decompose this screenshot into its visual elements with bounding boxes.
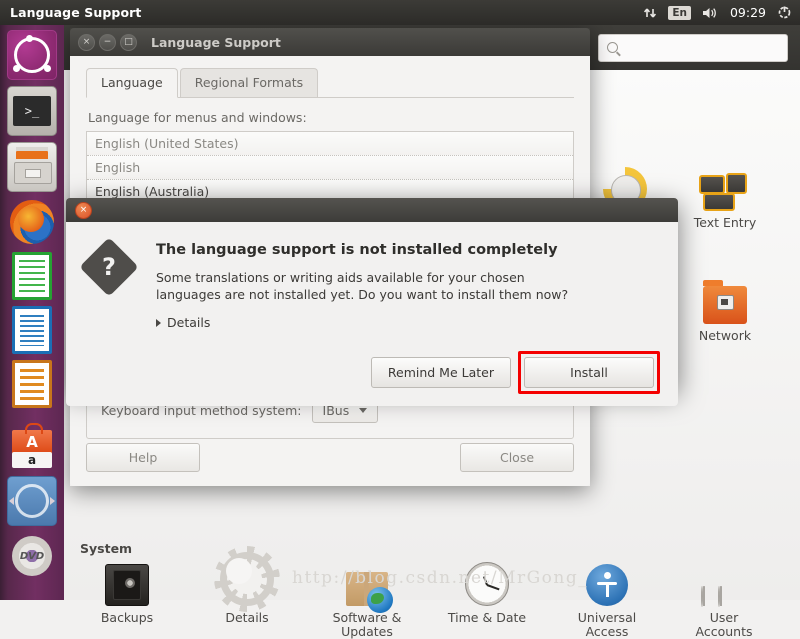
- launcher-item-dvd[interactable]: DVD: [8, 532, 56, 580]
- help-button[interactable]: Help: [86, 443, 200, 472]
- close-icon[interactable]: ×: [78, 33, 95, 51]
- tab-bar: Language Regional Formats: [86, 56, 574, 98]
- network-folder-icon: [670, 278, 780, 324]
- language-install-dialog: × ? The language support is not installe…: [66, 198, 678, 406]
- settings-item-label: Backups: [100, 610, 154, 625]
- system-settings-icon: [15, 484, 49, 518]
- panel-clock[interactable]: 09:29: [730, 5, 766, 20]
- search-input[interactable]: [598, 33, 788, 62]
- keyboard-layout-indicator[interactable]: En: [668, 5, 691, 20]
- install-button-highlight: Install: [518, 351, 660, 394]
- unity-launcher: >_ A a DVD: [0, 25, 64, 600]
- power-gear-icon[interactable]: [777, 5, 792, 20]
- top-panel: Language Support En 09:29: [0, 0, 800, 25]
- dialog-message: Some translations or writing aids availa…: [156, 270, 569, 302]
- question-diamond-icon: ?: [79, 237, 144, 406]
- launcher-item-libreoffice-impress[interactable]: [8, 360, 56, 408]
- launcher-item-system-settings[interactable]: [7, 476, 57, 526]
- chevron-right-icon: [156, 318, 161, 327]
- close-button[interactable]: Close: [460, 443, 574, 472]
- question-glyph: ?: [102, 253, 116, 281]
- network-updown-arrows-icon[interactable]: [643, 6, 657, 20]
- minimize-icon[interactable]: −: [99, 33, 116, 51]
- running-indicator-left-icon: [9, 497, 14, 505]
- settings-item-label: Universal: [577, 610, 637, 625]
- language-window-footer: Help Close: [86, 443, 574, 472]
- launcher-item-ubuntu-dash[interactable]: [7, 30, 57, 80]
- search-icon: [607, 42, 618, 53]
- settings-item-label-line2: Access: [585, 624, 629, 639]
- settings-item-label-line2: Accounts: [695, 624, 753, 639]
- launcher-item-firefox[interactable]: [8, 198, 56, 246]
- libreoffice-calc-icon: [12, 252, 52, 300]
- close-icon[interactable]: ×: [75, 201, 92, 219]
- list-item[interactable]: English: [87, 156, 573, 180]
- window-title: Language Support: [151, 34, 281, 50]
- watermark: http://blog.csdn.net/MrGong_: [292, 568, 589, 588]
- tab-language[interactable]: Language: [86, 68, 178, 98]
- settings-item-label: User: [709, 610, 739, 625]
- files-icon-body: [14, 162, 52, 184]
- launcher-item-files[interactable]: [7, 142, 57, 192]
- volume-icon[interactable]: [702, 6, 719, 20]
- terminal-icon: >_: [13, 96, 51, 126]
- details-label: Details: [167, 315, 211, 330]
- amazon-icon[interactable]: a: [12, 452, 52, 468]
- ubuntu-logo-icon: [13, 35, 51, 73]
- settings-item-label: Network: [698, 328, 752, 343]
- dialog-heading: The language support is not installed co…: [156, 242, 558, 258]
- language-window-titlebar[interactable]: × − □ Language Support: [70, 28, 590, 56]
- settings-item-label: Text Entry: [693, 215, 757, 230]
- libreoffice-writer-icon: [12, 306, 52, 354]
- launcher-item-libreoffice-calc[interactable]: [8, 252, 56, 300]
- settings-item-label: Details: [225, 610, 269, 625]
- dialog-titlebar[interactable]: ×: [66, 198, 678, 222]
- remind-me-later-button[interactable]: Remind Me Later: [370, 357, 511, 388]
- gear-icon: [192, 552, 302, 606]
- ubuntu-software-icon: A: [12, 423, 52, 454]
- settings-item-label-line2: Updates: [341, 624, 393, 639]
- panel-app-title[interactable]: Language Support: [10, 5, 141, 20]
- system-category-heading: System: [80, 541, 133, 556]
- settings-item-text-entry[interactable]: Text Entry: [670, 165, 780, 230]
- files-icon: [16, 147, 48, 159]
- settings-item-details[interactable]: Details: [192, 552, 302, 625]
- language-list-label: Language for menus and windows:: [88, 110, 307, 125]
- focused-indicator-right-icon: [50, 497, 55, 505]
- users-icon: [669, 560, 779, 607]
- launcher-item-libreoffice-writer[interactable]: [8, 306, 56, 354]
- details-disclosure[interactable]: Details: [156, 315, 656, 330]
- chevron-down-icon: [359, 407, 368, 413]
- safe-icon: [72, 560, 182, 606]
- settings-item-backups[interactable]: Backups: [72, 560, 182, 625]
- settings-item-label: Time & Date: [447, 610, 527, 625]
- install-button[interactable]: Install: [524, 357, 654, 388]
- list-item[interactable]: English (United States): [87, 132, 573, 156]
- firefox-icon: [10, 200, 54, 244]
- tab-regional-formats[interactable]: Regional Formats: [179, 68, 319, 97]
- dvd-icon: DVD: [12, 536, 52, 576]
- panel-indicators: En 09:29: [643, 5, 800, 20]
- launcher-item-terminal[interactable]: >_: [7, 86, 57, 136]
- settings-item-network[interactable]: Network: [670, 278, 780, 343]
- launcher-item-ubuntu-software[interactable]: A a: [8, 414, 56, 470]
- maximize-icon[interactable]: □: [120, 33, 137, 51]
- language-list[interactable]: English (United States) English English …: [86, 131, 574, 205]
- text-entry-keys-icon: [670, 165, 780, 211]
- settings-item-label: Software &: [332, 610, 402, 625]
- dialog-body: ? The language support is not installed …: [66, 222, 678, 406]
- dialog-button-row: Remind Me Later Install: [370, 351, 660, 394]
- libreoffice-impress-icon: [12, 360, 52, 408]
